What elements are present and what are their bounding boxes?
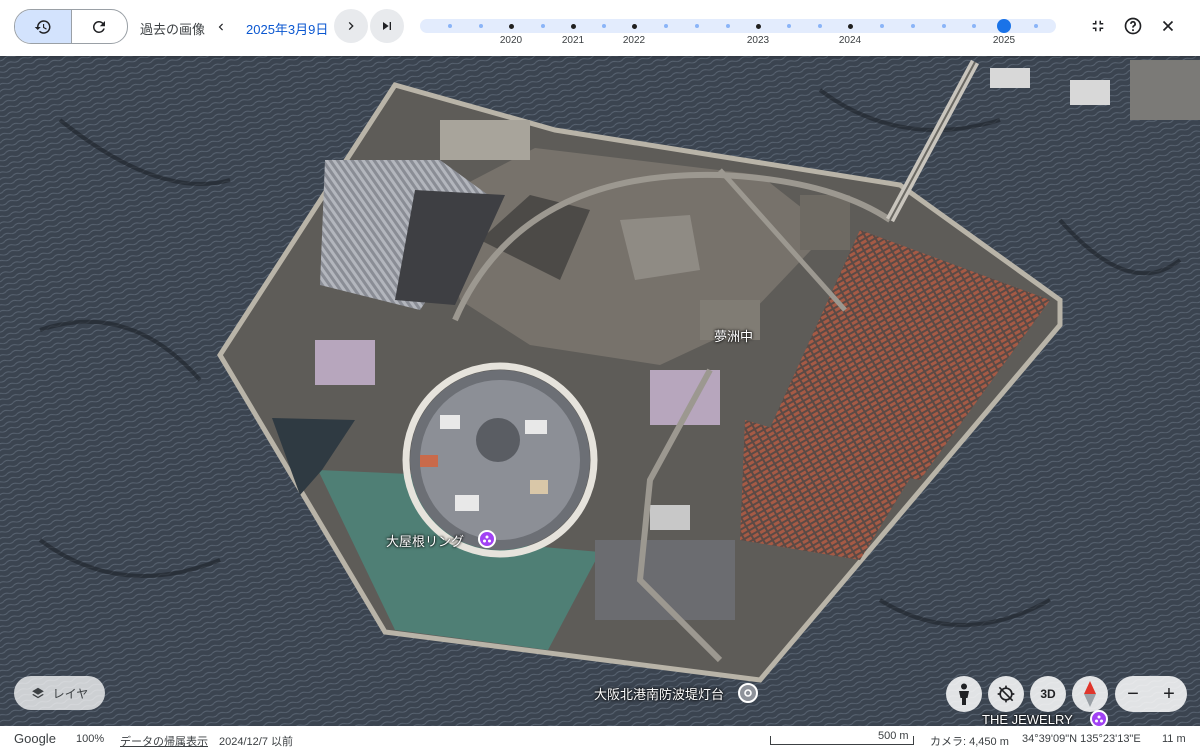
next-date-button[interactable] xyxy=(334,9,368,43)
timeline-tick xyxy=(972,24,976,28)
pegman-icon xyxy=(959,683,969,705)
current-date[interactable]: 2025年3月9日 xyxy=(246,19,328,38)
chevron-right-icon xyxy=(348,22,354,30)
coordinates: 34°39'09"N 135°23'13"E xyxy=(1022,733,1141,745)
timeline-tick-2024 xyxy=(848,23,853,29)
timeline-year-label: 2024 xyxy=(838,35,862,46)
close-button[interactable] xyxy=(1156,14,1180,38)
timeline-thumb[interactable] xyxy=(997,19,1011,33)
compass-button[interactable] xyxy=(1072,676,1108,712)
tilt-off-icon xyxy=(997,685,1015,703)
scale-label: 500 m xyxy=(878,730,909,742)
refresh-icon xyxy=(93,20,106,33)
timeline-slider[interactable] xyxy=(420,19,1056,33)
timeline-tick xyxy=(942,24,946,28)
label-the-jewelry[interactable]: THE JEWELRY xyxy=(982,712,1073,726)
zoom-level: 100% xyxy=(76,733,105,745)
camera-altitude: カメラ: 4,450 m xyxy=(930,736,1009,748)
satellite-imagery xyxy=(0,56,1200,726)
attribution-link[interactable]: データの帰属表示 xyxy=(120,733,208,749)
satellite-map[interactable]: 夢洲中 大屋根リング 大阪北港南防波堤灯台 THE JEWELRY レイヤ 3D… xyxy=(0,56,1200,726)
layers-button[interactable]: レイヤ xyxy=(14,676,105,710)
help-icon xyxy=(1124,17,1142,35)
timeline-tick-2022 xyxy=(632,23,637,29)
layers-label: レイヤ xyxy=(52,686,89,701)
history-icon xyxy=(34,19,51,34)
timeline-tick xyxy=(880,24,884,28)
help-button[interactable] xyxy=(1121,14,1145,38)
mode-toggle xyxy=(14,9,128,44)
zoom-in-button[interactable]: + xyxy=(1151,676,1187,712)
imagery-date: 2024/12/7 以前 xyxy=(219,736,293,748)
grand-ring-pin[interactable] xyxy=(478,530,496,548)
timeline-tick-2021 xyxy=(571,23,576,29)
skip-to-end-icon xyxy=(383,22,391,30)
past-images-label: 過去の画像 xyxy=(140,22,206,37)
3d-button[interactable]: 3D xyxy=(1030,676,1066,712)
previous-date-button[interactable] xyxy=(210,14,232,40)
timeline-tick-2020 xyxy=(509,23,514,29)
label-grand-ring[interactable]: 大屋根リング xyxy=(386,531,464,550)
status-bar: Google 100% データの帰属表示 2024/12/7 以前 500 m … xyxy=(0,726,1200,752)
zoom-out-button[interactable]: − xyxy=(1115,676,1151,712)
label-yumeshima[interactable]: 夢洲中 xyxy=(714,326,753,345)
google-logo: Google xyxy=(14,731,56,746)
timeline-tick xyxy=(448,24,452,28)
timeline-year-label: 2021 xyxy=(561,35,585,46)
timeline-tick xyxy=(911,24,915,28)
timeline-tick xyxy=(695,24,699,28)
historical-imagery-toolbar: 過去の画像 2025年3月9日 2020 2021 2022 2023 2024… xyxy=(0,0,1200,56)
collapse-icon xyxy=(1092,20,1104,32)
zoom-controls: − + xyxy=(1115,676,1187,712)
timeline-tick xyxy=(818,24,822,28)
timeline-tick xyxy=(664,24,668,28)
layers-icon xyxy=(31,687,44,699)
compass-icon xyxy=(1084,681,1096,707)
the-jewelry-pin[interactable] xyxy=(1090,710,1108,726)
chevron-left-icon xyxy=(218,23,223,31)
refresh-button[interactable] xyxy=(70,10,128,43)
collapse-button[interactable] xyxy=(1086,14,1110,38)
timeline-tick xyxy=(479,24,483,28)
lighthouse-pin[interactable] xyxy=(738,683,758,703)
timeline-year-label: 2020 xyxy=(499,35,523,46)
street-view-button[interactable] xyxy=(946,676,982,712)
timeline-tick xyxy=(602,24,606,28)
location-pin-icon xyxy=(744,689,752,697)
timeline-tick xyxy=(1034,24,1038,28)
timeline-tick-2023 xyxy=(756,23,761,29)
close-icon xyxy=(1162,20,1174,32)
attraction-icon xyxy=(483,535,491,543)
label-lighthouse[interactable]: 大阪北港南防波堤灯台 xyxy=(594,684,724,703)
timeline-year-label: 2022 xyxy=(622,35,646,46)
timeline-tick xyxy=(541,24,545,28)
latest-date-button[interactable] xyxy=(370,9,404,43)
reset-tilt-button[interactable] xyxy=(988,676,1024,712)
timeline-year-label: 2025 xyxy=(992,35,1016,46)
timeline-tick xyxy=(726,24,730,28)
history-button[interactable] xyxy=(15,10,71,43)
elevation: 11 m xyxy=(1162,733,1186,745)
timeline-tick xyxy=(787,24,791,28)
timeline-year-label: 2023 xyxy=(746,35,770,46)
attraction-icon xyxy=(1095,715,1103,723)
